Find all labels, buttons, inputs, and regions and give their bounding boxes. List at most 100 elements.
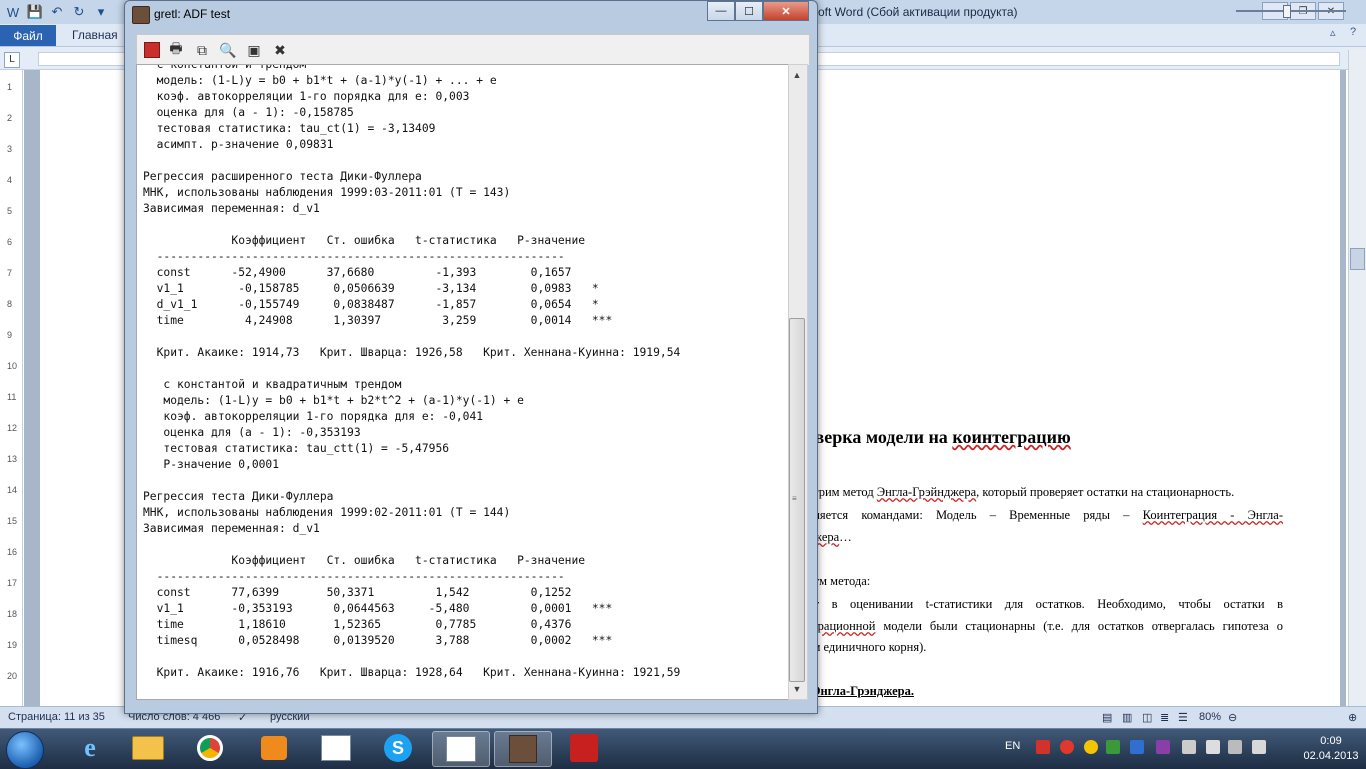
gretl-output-panel[interactable]: с константой и трендом модель: (1-L)y = … (136, 64, 789, 700)
file-explorer-icon[interactable] (120, 731, 176, 765)
battery-icon[interactable] (1206, 740, 1220, 754)
output-line: Регрессия теста Дики-Фуллера (143, 490, 334, 503)
zoom-slider-thumb[interactable] (1283, 5, 1291, 18)
start-button[interactable] (6, 731, 44, 769)
output-line: оценка для (a - 1): -0,353193 (143, 426, 361, 439)
output-line: коэф. автокорреляции 1-го порядка для e:… (143, 90, 470, 103)
ruler-number: 20 (7, 671, 18, 681)
zoom-out-icon[interactable]: ⊖ (1228, 711, 1237, 724)
qat-dropdown-icon[interactable]: ▾ (92, 3, 110, 21)
search-icon[interactable]: 🔍 (218, 40, 238, 60)
ruler-number: 6 (7, 237, 13, 247)
document-scrollbar-thumb[interactable] (1350, 248, 1365, 270)
document-line: ии единичного корня). (807, 640, 1283, 655)
tray-clock[interactable]: 0:09 02.04.2013 (1303, 734, 1359, 764)
gretl-window-controls: — ☐ ✕ (707, 1, 809, 21)
output-line: const 77,6399 50,3371 1,542 0,1252 (143, 586, 572, 599)
tray-flag-icon[interactable] (1182, 740, 1196, 754)
ruler-number: 13 (7, 454, 18, 464)
volume-icon[interactable] (1252, 740, 1266, 754)
tray-opera-icon[interactable] (1060, 740, 1074, 754)
output-line: Р-значение 0,0001 (143, 458, 280, 471)
gretl-maximize-icon[interactable]: ☐ (735, 1, 763, 21)
output-line: МНК, использованы наблюдения 1999:02-201… (143, 506, 511, 519)
ruler-number: 19 (7, 640, 18, 650)
heading-underlined-word: коинтеграцию (952, 427, 1071, 447)
media-player-icon[interactable] (246, 731, 302, 765)
document-text: ии единичного корня). (807, 640, 927, 654)
output-line: ----------------------------------------… (143, 250, 565, 263)
output-line: Регрессия расширенного теста Дики-Фуллер… (143, 170, 422, 183)
zoom-level[interactable]: 80% (1199, 711, 1221, 723)
view-draft-icon[interactable]: ☰ (1178, 711, 1188, 724)
clock-time: 0:09 (1320, 735, 1342, 747)
zoom-slider[interactable] (1236, 10, 1346, 12)
save-icon[interactable]: 💾 (26, 3, 44, 21)
ruler-number: 11 (7, 392, 17, 402)
ruler-number: 4 (7, 175, 13, 185)
document-line: лняется командами: Модель – Временные ря… (807, 508, 1283, 523)
scroll-up-icon[interactable]: ▲ (789, 70, 805, 84)
output-line: timesq 0,0528498 0,0139520 3,788 0,0002 … (143, 634, 613, 647)
tray-alert-icon[interactable] (1084, 740, 1098, 754)
view-outline-icon[interactable]: ≣ (1160, 711, 1169, 724)
output-line: const -52,4900 37,6680 -1,393 0,1657 (143, 266, 572, 279)
help-icon[interactable]: ? (1350, 26, 1364, 42)
zoom-in-icon[interactable]: ⊕ (1348, 711, 1357, 724)
pdf-reader-icon[interactable] (556, 731, 612, 765)
document-line: джера… (807, 530, 1283, 545)
tab-file[interactable]: Файл (0, 25, 56, 46)
output-line: time 1,18610 1,52365 0,7785 0,4376 (143, 618, 572, 631)
tab-home[interactable]: Главная (72, 28, 118, 42)
tray-pdf-icon[interactable] (1036, 740, 1050, 754)
gretl-taskbar-icon[interactable] (494, 731, 552, 767)
word-window-title: oft Word (Сбой активации продукта) (818, 5, 1018, 19)
document-text: ит в оценивании t-статистики для остатко… (807, 597, 1283, 611)
document-scrollbar[interactable] (1348, 50, 1366, 706)
spelling-flagged-word: Энгла-Грэйнджера (876, 485, 977, 499)
ribbon-right-controls: ▵ ? (1330, 26, 1364, 42)
close-output-icon[interactable]: ✖ (270, 40, 290, 60)
ruler-number: 17 (7, 578, 18, 588)
output-line: Коэффициент Ст. ошибка t-статистика Р-зн… (143, 554, 586, 567)
view-print-layout-icon[interactable]: ▤ (1102, 711, 1112, 724)
chrome-icon[interactable] (182, 731, 238, 765)
document-text: … (839, 530, 852, 544)
tray-check-icon[interactable] (1106, 740, 1120, 754)
output-line: Коэффициент Ст. ошибка t-статистика Р-зн… (143, 234, 586, 247)
view-reading-icon[interactable]: ▥ (1122, 711, 1132, 724)
word-logo-icon[interactable]: W (4, 3, 22, 21)
output-line: Крит. Акаике: 1914,73 Крит. Шварца: 1926… (143, 346, 681, 359)
redo-icon[interactable]: ↻ (70, 3, 88, 21)
output-line: Крит. Акаике: 1916,76 Крит. Шварца: 1928… (143, 666, 681, 679)
tray-onenote-icon[interactable] (1156, 740, 1170, 754)
ruler-number: 5 (7, 206, 13, 216)
network-icon[interactable] (1228, 740, 1242, 754)
output-line: v1_1 -0,158785 0,0506639 -3,134 0,0983 * (143, 282, 599, 295)
tray-app-icon[interactable] (1130, 740, 1144, 754)
vertical-ruler[interactable]: 1 2 3 4 5 6 7 8 9 10 11 12 13 14 15 16 17 18 19 20 (4, 70, 23, 706)
output-line: time 4,24908 1,30397 3,259 0,0014 *** (143, 314, 613, 327)
ruler-number: 1 (7, 82, 13, 92)
window-icon[interactable]: ▣ (244, 40, 264, 60)
status-page[interactable]: Страница: 11 из 35 (8, 711, 105, 723)
skype-icon[interactable]: S (370, 731, 426, 765)
word-taskbar-icon[interactable] (432, 731, 490, 767)
print-icon[interactable]: 🖶 (166, 40, 186, 60)
language-indicator[interactable]: EN (1005, 740, 1020, 752)
word-doc-icon[interactable] (308, 731, 364, 765)
minimize-ribbon-icon[interactable]: ▵ (1330, 26, 1344, 42)
save-as-icon[interactable] (142, 40, 162, 60)
undo-icon[interactable]: ↶ (48, 3, 66, 21)
tab-selector[interactable]: L (4, 52, 20, 68)
ie-icon[interactable]: e (62, 731, 118, 765)
scroll-grip-icon: ≡ (792, 494, 797, 503)
copy-icon[interactable]: ⧉ (192, 40, 212, 60)
view-web-icon[interactable]: ◫ (1142, 711, 1152, 724)
ruler-number: 2 (7, 113, 13, 123)
ruler-number: 3 (7, 144, 13, 154)
gretl-close-icon[interactable]: ✕ (763, 1, 809, 21)
output-line: с константой и трендом (143, 64, 307, 71)
gretl-minimize-icon[interactable]: — (707, 1, 735, 21)
scroll-down-icon[interactable]: ▼ (789, 684, 805, 698)
